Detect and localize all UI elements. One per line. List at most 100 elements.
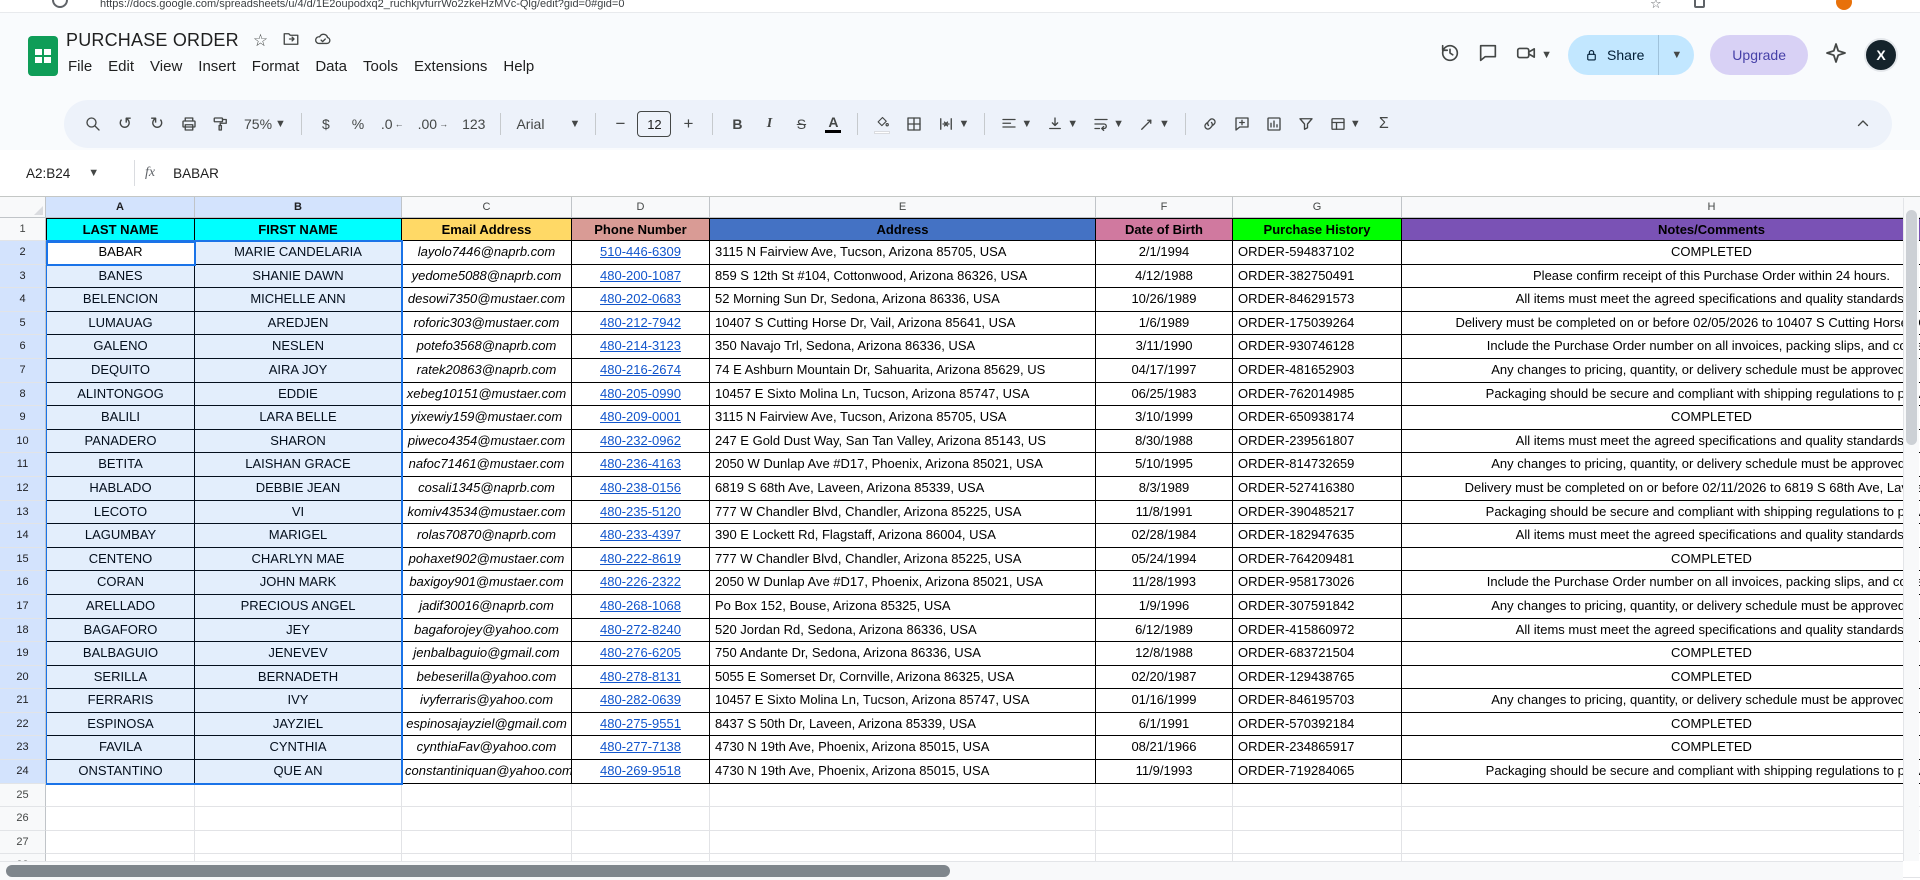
star-icon[interactable]: ☆ — [253, 32, 268, 49]
cell-address[interactable]: 777 W Chandler Blvd, Chandler, Arizona 8… — [710, 547, 1096, 572]
row-header[interactable]: 21 — [0, 689, 46, 713]
cell-email[interactable]: nafoc71461@mustaer.com — [402, 453, 572, 477]
cell-address[interactable]: 750 Andante Dr, Sedona, Arizona 86336, U… — [710, 642, 1096, 666]
phone-link[interactable]: 480-282-0639 — [600, 692, 681, 707]
cell-email[interactable]: bagaforojey@yahoo.com — [402, 618, 572, 643]
cell-email[interactable]: komiv43534@mustaer.com — [402, 500, 572, 525]
vertical-align-button[interactable]: ▼ — [1040, 107, 1084, 141]
cell-last-name[interactable]: ONSTANTINO — [46, 760, 195, 784]
cell-notes[interactable]: Packaging should be secure and compliant… — [1402, 760, 1920, 784]
cell-last-name[interactable]: PANADERO — [46, 429, 195, 454]
cell-purchase-history[interactable]: ORDER-570392184 — [1233, 712, 1402, 737]
row-header[interactable]: 27 — [0, 830, 46, 855]
upgrade-button[interactable]: Upgrade — [1710, 35, 1808, 75]
insert-comment-button[interactable] — [1227, 107, 1257, 141]
cell-first-name[interactable]: MARIE CANDELARIA — [195, 241, 402, 265]
empty-cell[interactable] — [1096, 807, 1233, 831]
cell-last-name[interactable]: ARELLADO — [46, 594, 195, 619]
cell-purchase-history[interactable]: ORDER-182947635 — [1233, 524, 1402, 548]
cell-address[interactable]: 10457 E Sixto Molina Ln, Tucson, Arizona… — [710, 689, 1096, 713]
cell-notes[interactable]: All items must meet the agreed specifica… — [1402, 524, 1920, 548]
empty-cell[interactable] — [1096, 783, 1233, 808]
cell-phone[interactable]: 480-214-3123 — [572, 335, 710, 359]
row-header[interactable]: 5 — [0, 311, 46, 336]
table-header-cell[interactable]: LAST NAME — [46, 218, 195, 241]
cell-last-name[interactable]: LECOTO — [46, 500, 195, 525]
menu-item[interactable]: Edit — [100, 55, 142, 78]
empty-cell[interactable] — [572, 807, 710, 831]
phone-link[interactable]: 480-214-3123 — [600, 338, 681, 353]
select-all-corner[interactable] — [0, 197, 46, 218]
cell-notes[interactable]: Include the Purchase Order number on all… — [1402, 335, 1920, 359]
menu-item[interactable]: Help — [495, 55, 542, 78]
phone-link[interactable]: 480-232-0962 — [600, 433, 681, 448]
increase-font-size-button[interactable]: + — [673, 107, 703, 141]
cell-first-name[interactable]: IVY — [195, 689, 402, 713]
cell-date-of-birth[interactable]: 11/28/1993 — [1096, 571, 1233, 595]
empty-cell[interactable] — [195, 783, 402, 808]
cell-email[interactable]: piweco4354@mustaer.com — [402, 429, 572, 454]
empty-cell[interactable] — [1233, 783, 1402, 808]
menu-item[interactable]: Tools — [355, 55, 406, 78]
cell-address[interactable]: 2050 W Dunlap Ave #D17, Phoenix, Arizona… — [710, 453, 1096, 477]
cell-purchase-history[interactable]: ORDER-814732659 — [1233, 453, 1402, 477]
cell-first-name[interactable]: LAISHAN GRACE — [195, 453, 402, 477]
cell-last-name[interactable]: ESPINOSA — [46, 712, 195, 737]
row-header[interactable]: 1 — [0, 218, 46, 241]
cell-phone[interactable]: 480-222-8619 — [572, 547, 710, 572]
decrease-decimal-button[interactable]: .0 ← — [375, 107, 410, 141]
cell-purchase-history[interactable]: ORDER-527416380 — [1233, 476, 1402, 501]
cell-phone[interactable]: 480-282-0639 — [572, 689, 710, 713]
share-button[interactable]: Share ▼ — [1568, 35, 1695, 75]
cell-address[interactable]: 74 E Ashburn Mountain Dr, Sahuarita, Ari… — [710, 358, 1096, 383]
italic-button[interactable]: I — [754, 107, 784, 141]
horizontal-align-button[interactable]: ▼ — [994, 107, 1038, 141]
table-views-button[interactable]: ▼ — [1323, 107, 1367, 141]
cell-date-of-birth[interactable]: 06/25/1983 — [1096, 382, 1233, 407]
row-header[interactable]: 26 — [0, 807, 46, 831]
cell-notes[interactable]: All items must meet the agreed specifica… — [1402, 618, 1920, 643]
cell-purchase-history[interactable]: ORDER-594837102 — [1233, 241, 1402, 265]
phone-link[interactable]: 480-209-0001 — [600, 409, 681, 424]
cell-date-of-birth[interactable]: 1/9/1996 — [1096, 594, 1233, 619]
cell-last-name[interactable]: DEQUITO — [46, 358, 195, 383]
cell-date-of-birth[interactable]: 11/9/1993 — [1096, 760, 1233, 784]
cell-date-of-birth[interactable]: 6/12/1989 — [1096, 618, 1233, 643]
column-header[interactable]: H — [1402, 197, 1920, 218]
sheets-logo[interactable] — [28, 36, 58, 76]
phone-link[interactable]: 480-202-0683 — [600, 291, 681, 306]
insert-chart-button[interactable] — [1259, 107, 1289, 141]
document-title[interactable]: PURCHASE ORDER — [66, 30, 239, 51]
cell-last-name[interactable]: BALILI — [46, 406, 195, 430]
cell-notes[interactable]: Any changes to pricing, quantity, or del… — [1402, 453, 1920, 477]
cell-notes[interactable]: COMPLETED — [1402, 712, 1920, 737]
cell-purchase-history[interactable]: ORDER-958173026 — [1233, 571, 1402, 595]
cell-email[interactable]: layolo7446@naprb.com — [402, 241, 572, 265]
present-to-meet-button[interactable]: ▼ — [1515, 42, 1552, 69]
row-header[interactable]: 14 — [0, 524, 46, 548]
empty-cell[interactable] — [402, 783, 572, 808]
row-header[interactable]: 24 — [0, 760, 46, 784]
cell-first-name[interactable]: VI — [195, 500, 402, 525]
cell-date-of-birth[interactable]: 1/6/1989 — [1096, 311, 1233, 336]
table-header-cell[interactable]: Purchase History — [1233, 218, 1402, 241]
menu-item[interactable]: Extensions — [406, 55, 495, 78]
empty-cell[interactable] — [46, 807, 195, 831]
row-header[interactable]: 19 — [0, 642, 46, 666]
cell-address[interactable]: 3115 N Fairview Ave, Tucson, Arizona 857… — [710, 406, 1096, 430]
cell-address[interactable]: 390 E Lockett Rd, Flagstaff, Arizona 860… — [710, 524, 1096, 548]
cell-first-name[interactable]: LARA BELLE — [195, 406, 402, 430]
cell-address[interactable]: 10407 S Cutting Horse Dr, Vail, Arizona … — [710, 311, 1096, 336]
text-color-button[interactable]: A — [818, 107, 848, 141]
create-filter-button[interactable] — [1291, 107, 1321, 141]
row-header[interactable]: 22 — [0, 712, 46, 737]
cell-phone[interactable]: 480-209-0001 — [572, 406, 710, 430]
row-header[interactable]: 2 — [0, 241, 46, 265]
cell-date-of-birth[interactable]: 8/3/1989 — [1096, 476, 1233, 501]
cell-first-name[interactable]: BERNADETH — [195, 665, 402, 690]
empty-cell[interactable] — [195, 830, 402, 855]
menu-item[interactable]: Format — [244, 55, 308, 78]
cell-notes[interactable]: All items must meet the agreed specifica… — [1402, 429, 1920, 454]
phone-link[interactable]: 480-226-2322 — [600, 574, 681, 589]
column-header[interactable]: E — [710, 197, 1096, 218]
